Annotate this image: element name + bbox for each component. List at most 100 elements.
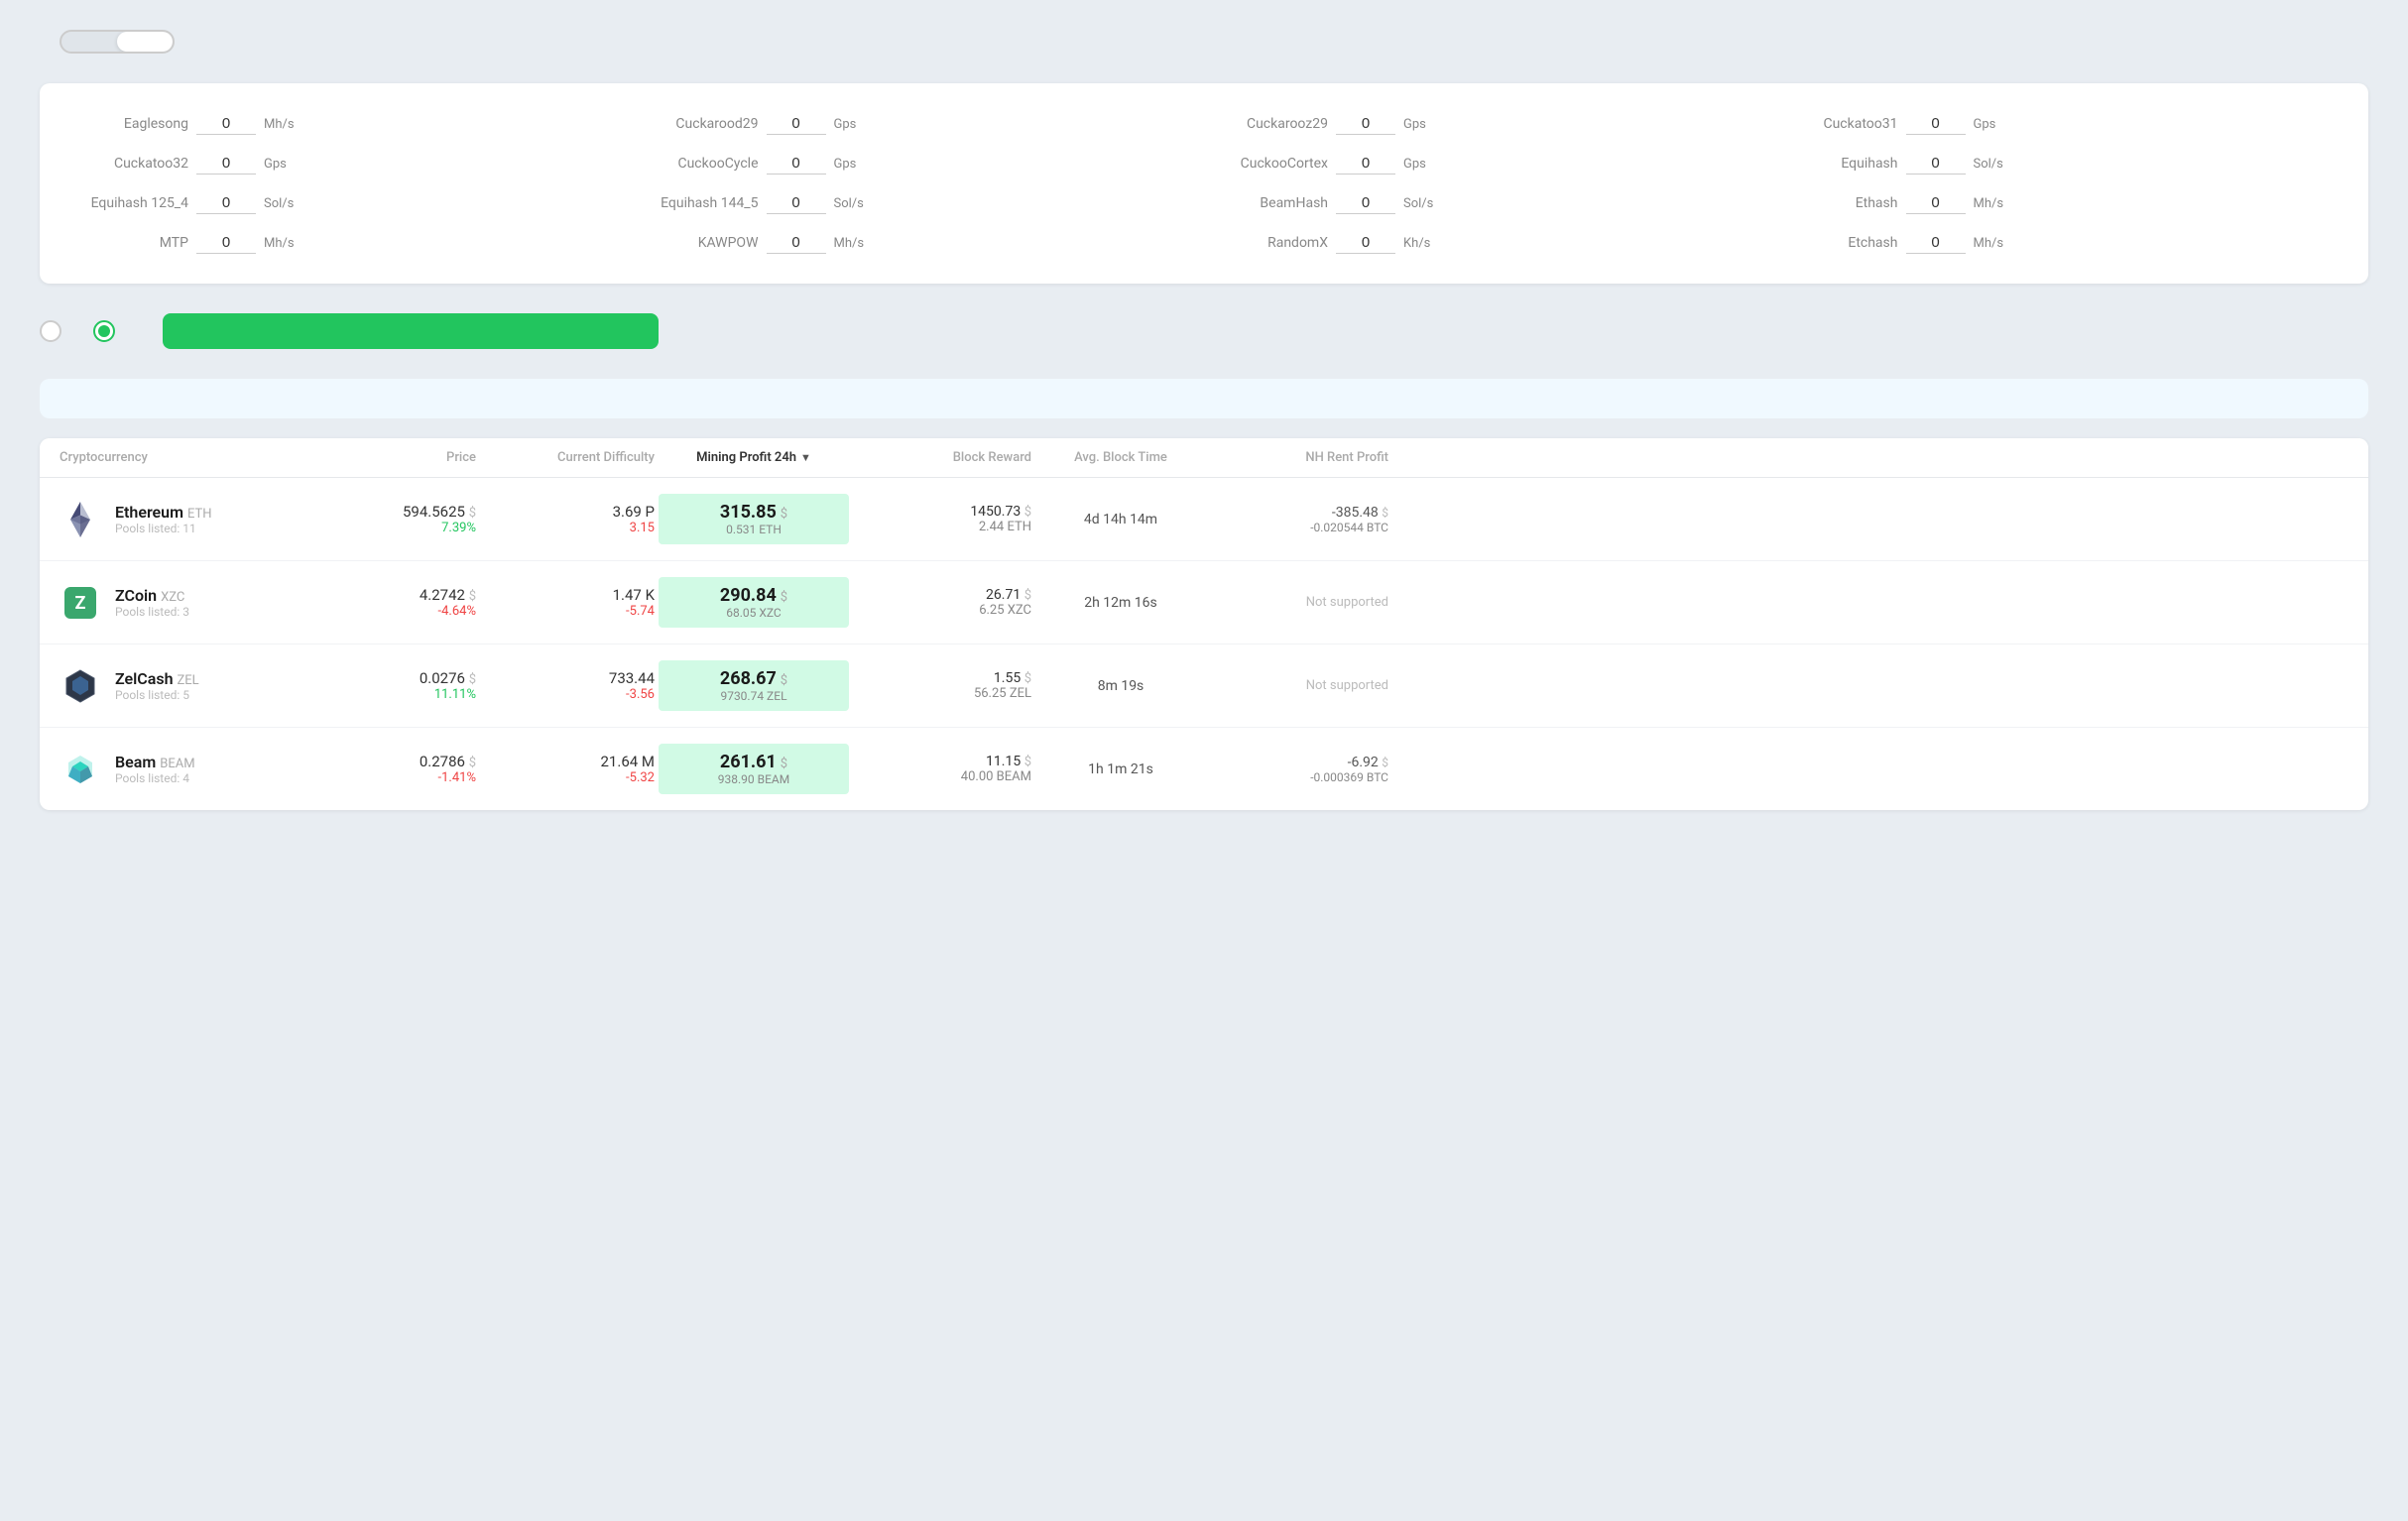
difficulty-change: -3.56 (476, 687, 655, 702)
hash-input-etchash[interactable] (1906, 232, 1966, 254)
hash-field-cuckatoo31: Cuckatoo31 Gps (1789, 113, 2330, 135)
block-reward-value: 11.15 $ (853, 754, 1031, 769)
difficulty-change: -5.74 (476, 604, 655, 619)
nh-rent-cell: -6.92 $ -0.000369 BTC (1210, 755, 1388, 784)
crypto-cell-eth: EthereumETH Pools listed: 11 (60, 499, 317, 540)
table-row[interactable]: EthereumETH Pools listed: 11 594.5625 $ … (40, 478, 2368, 561)
hash-label: CuckooCortex (1219, 156, 1328, 172)
table-body: EthereumETH Pools listed: 11 594.5625 $ … (40, 478, 2368, 810)
hash-label: Cuckatoo32 (79, 156, 188, 172)
crypto-name-block: EthereumETH Pools listed: 11 (115, 503, 212, 535)
crypto-name: EthereumETH (115, 503, 212, 522)
hash-field-etchash: Etchash Mh/s (1789, 232, 2330, 254)
price-value: 0.2786 $ (317, 753, 476, 770)
difficulty-value: 3.69 P (476, 503, 655, 521)
hash-input-cuckarood29[interactable] (767, 113, 826, 135)
crypto-name: BeamBEAM (115, 753, 195, 771)
hash-input-beamhash[interactable] (1336, 192, 1395, 214)
block-reward-coin: 56.25 ZEL (853, 686, 1031, 701)
block-reward-cell: 26.71 $ 6.25 XZC (853, 587, 1031, 618)
zel-icon (60, 665, 101, 707)
hash-unit: Gps (834, 117, 857, 132)
crypto-name: ZCoinXZC (115, 586, 189, 605)
profit-cell: 268.67 $ 9730.74 ZEL (659, 660, 849, 711)
crypto-cell-xzc: Z ZCoinXZC Pools listed: 3 (60, 582, 317, 624)
hash-unit: Mh/s (264, 236, 295, 251)
hash-input-cuckarooz29[interactable] (1336, 113, 1395, 135)
block-reward-value: 26.71 $ (853, 587, 1031, 603)
hash-field-cuckarood29: Cuckarood29 Gps (650, 113, 1190, 135)
difficulty-cell: 3.69 P 3.15 (476, 503, 655, 535)
block-reward-cell: 1450.73 $ 2.44 ETH (853, 504, 1031, 534)
controls-row (40, 313, 2368, 349)
mode-hashrate-button[interactable] (117, 32, 173, 52)
hash-unit: Mh/s (264, 117, 295, 132)
nh-not-supported: Not supported (1210, 595, 1388, 610)
table-header: CryptocurrencyPriceCurrent DifficultyMin… (40, 438, 2368, 478)
mode-toggle[interactable] (60, 30, 175, 54)
hash-field-equihash-125_4: Equihash 125_4 Sol/s (79, 192, 620, 214)
difficulty-cell: 733.44 -3.56 (476, 669, 655, 702)
hash-label: CuckooCycle (650, 156, 759, 172)
radio-group (40, 320, 123, 342)
price-change: -4.64% (317, 604, 476, 619)
hash-unit: Sol/s (834, 196, 864, 211)
last24h-radio[interactable] (40, 320, 69, 342)
results-table: CryptocurrencyPriceCurrent DifficultyMin… (40, 438, 2368, 810)
svg-text:Z: Z (75, 593, 86, 614)
hash-input-randomx[interactable] (1336, 232, 1395, 254)
hash-input-ethash[interactable] (1906, 192, 1966, 214)
last24h-radio-circle (40, 320, 61, 342)
column-header-block_time: Avg. Block Time (1031, 450, 1210, 465)
profit-value: 315.85 $ (670, 502, 837, 523)
hash-input-equihash[interactable] (1906, 153, 1966, 175)
crypto-pools: Pools listed: 11 (115, 522, 212, 535)
crypto-pools: Pools listed: 5 (115, 688, 199, 702)
current-profit-radio-circle (93, 320, 115, 342)
column-header-price: Price (317, 450, 476, 465)
column-header-profit[interactable]: Mining Profit 24h ▼ (655, 450, 853, 465)
hash-unit: Gps (1974, 117, 1996, 132)
hash-input-cuckatoo32[interactable] (196, 153, 256, 175)
hash-input-kawpow[interactable] (767, 232, 826, 254)
profit-coin: 68.05 XZC (670, 606, 837, 620)
hash-input-cuckoocortex[interactable] (1336, 153, 1395, 175)
table-row[interactable]: BeamBEAM Pools listed: 4 0.2786 $ -1.41%… (40, 728, 2368, 810)
table-row[interactable]: Z ZCoinXZC Pools listed: 3 4.2742 $ -4.6… (40, 561, 2368, 644)
price-change: 7.39% (317, 521, 476, 535)
mode-model-button[interactable] (61, 32, 117, 52)
hash-field-ethash: Ethash Mh/s (1789, 192, 2330, 214)
hash-input-mtp[interactable] (196, 232, 256, 254)
difficulty-value: 1.47 K (476, 586, 655, 604)
hashrate-grid: Eaglesong Mh/s Cuckarood29 Gps Cuckarooz… (79, 113, 2329, 254)
hash-unit: Gps (1403, 117, 1426, 132)
hash-field-eaglesong: Eaglesong Mh/s (79, 113, 620, 135)
crypto-name-block: ZelCashZEL Pools listed: 5 (115, 669, 199, 702)
hash-unit: Sol/s (264, 196, 294, 211)
crypto-pools: Pools listed: 3 (115, 605, 189, 619)
nh-rent-cell: -385.48 $ -0.020544 BTC (1210, 505, 1388, 534)
price-change: 11.11% (317, 687, 476, 702)
hash-label: Equihash 144_5 (650, 195, 759, 211)
block-time-cell: 8m 19s (1031, 678, 1210, 694)
block-reward-value: 1.55 $ (853, 670, 1031, 686)
hash-input-equihash-125_4[interactable] (196, 192, 256, 214)
hash-label: Equihash 125_4 (79, 195, 188, 211)
calculate-button[interactable] (163, 313, 659, 349)
current-profit-radio[interactable] (93, 320, 123, 342)
hash-input-equihash-144_5[interactable] (767, 192, 826, 214)
difficulty-change: 3.15 (476, 521, 655, 535)
info-banner (40, 379, 2368, 418)
crypto-cell-zel: ZelCashZEL Pools listed: 5 (60, 665, 317, 707)
hash-input-cuckoocycle[interactable] (767, 153, 826, 175)
hash-field-equihash-144_5: Equihash 144_5 Sol/s (650, 192, 1190, 214)
difficulty-value: 733.44 (476, 669, 655, 687)
hash-field-cuckoocortex: CuckooCortex Gps (1219, 153, 1759, 175)
hash-input-cuckatoo31[interactable] (1906, 113, 1966, 135)
crypto-name-block: BeamBEAM Pools listed: 4 (115, 753, 195, 785)
table-row[interactable]: ZelCashZEL Pools listed: 5 0.0276 $ 11.1… (40, 644, 2368, 728)
profit-cell: 315.85 $ 0.531 ETH (659, 494, 849, 544)
hash-unit: Gps (264, 157, 287, 172)
hash-unit: Kh/s (1403, 236, 1430, 251)
hash-input-eaglesong[interactable] (196, 113, 256, 135)
